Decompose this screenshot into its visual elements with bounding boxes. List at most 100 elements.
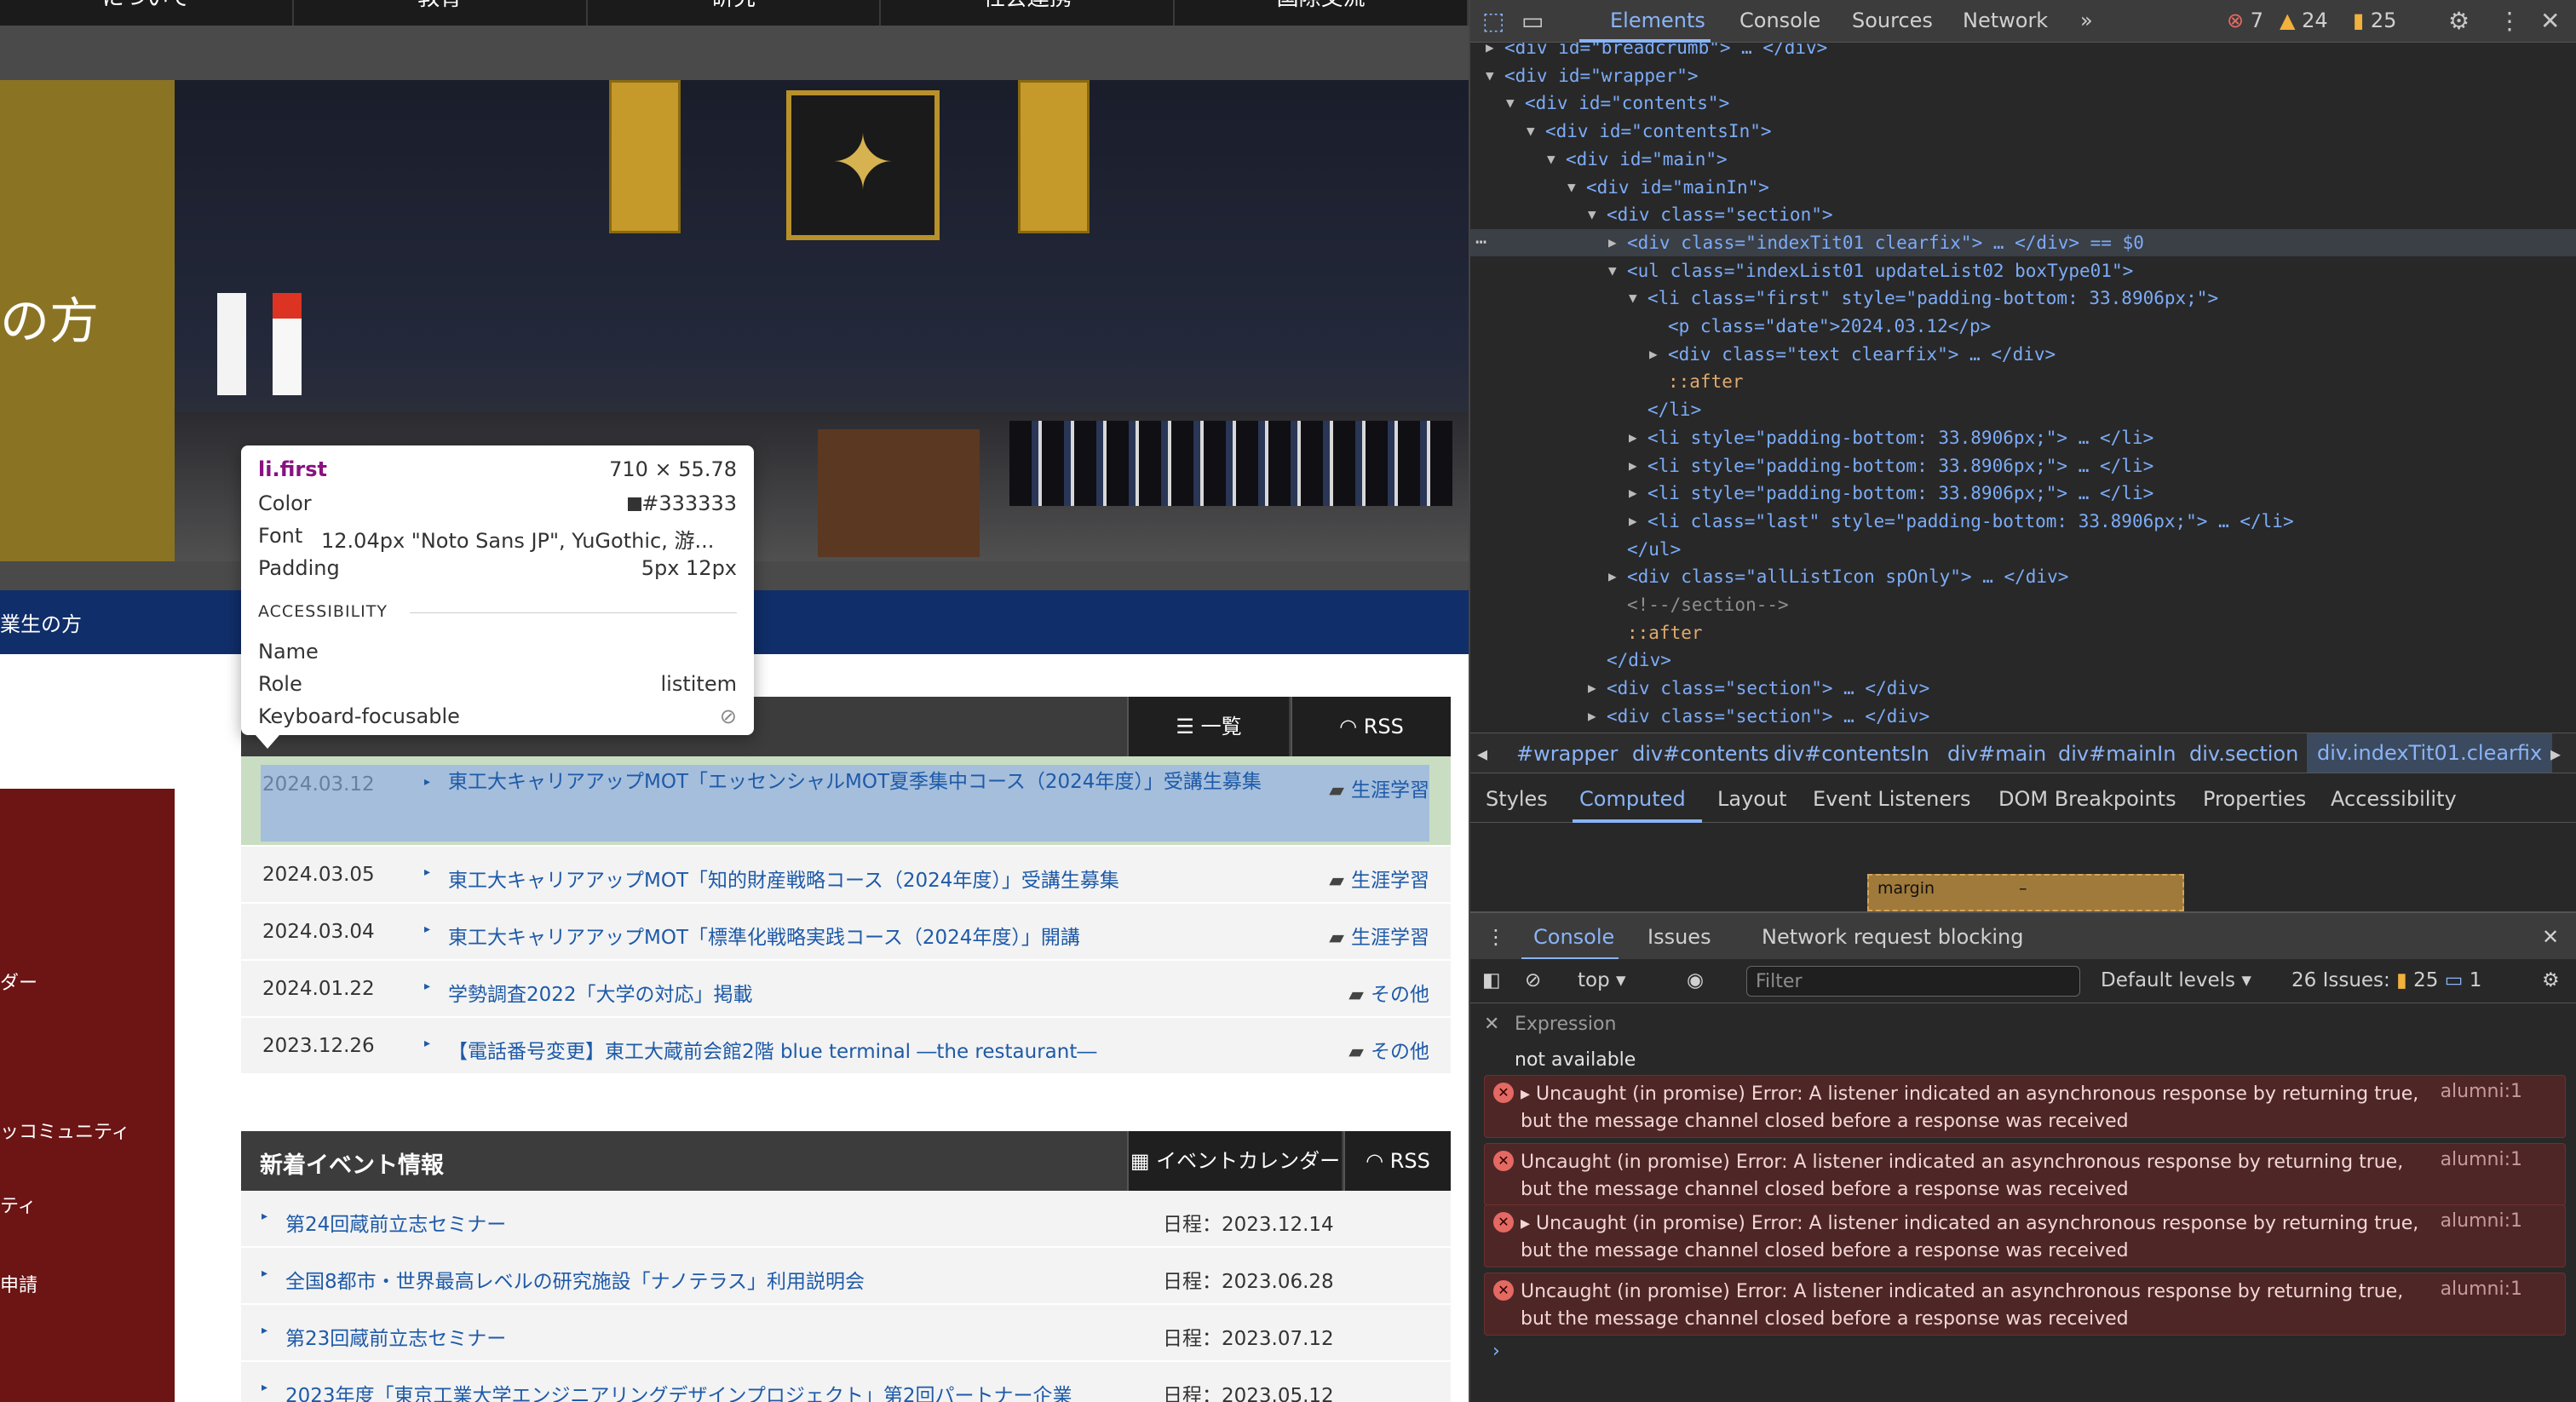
remove-expression-icon[interactable]: ✕ — [1484, 1014, 1499, 1035]
expand-arrow-icon[interactable]: ▶ — [1608, 563, 1617, 590]
dom-node[interactable]: ▶ <li style="padding-bottom: 33.8906px;">… — [1470, 424, 2576, 451]
console-error-message[interactable]: ✕ ▸ Uncaught (in promise) Error: A listen… — [1484, 1204, 2566, 1267]
news-item[interactable]: 2024.03.04 ▸ 東工大キャリアアップMOT「標準化戦略実践コース（20… — [241, 904, 1451, 961]
error-source-link[interactable]: alumni:1 — [2441, 1149, 2522, 1170]
console-filter-input[interactable] — [1746, 966, 2080, 997]
dom-node[interactable]: </li> — [1470, 396, 2576, 423]
dom-node[interactable]: ::after — [1470, 619, 2576, 646]
nav-item-collaboration[interactable]: 社会連携 — [881, 0, 1176, 26]
console-error-message[interactable]: ✕ Uncaught (in promise) Error: A listener… — [1484, 1273, 2566, 1336]
subbar-label[interactable]: 業生の方 — [0, 607, 82, 637]
tab-dom-breakpoints[interactable]: DOM Breakpoints — [1998, 787, 2176, 811]
sidebar-toggle-icon[interactable]: ◧ — [1482, 969, 1501, 991]
error-source-link[interactable]: alumni:1 — [2441, 1081, 2522, 1102]
tab-styles[interactable]: Styles — [1486, 787, 1548, 811]
news-item[interactable]: 2024.03.12 ▸ 東工大キャリアアップMOT「エッセンシャルMOT夏季集… — [241, 756, 1451, 847]
dom-node[interactable]: ▶ <li style="padding-bottom: 33.8906px;">… — [1470, 480, 2576, 507]
expand-arrow-icon[interactable]: ▶ — [1649, 341, 1658, 368]
node-actions-icon[interactable]: ⋯ — [1475, 229, 1486, 256]
nav-item-research[interactable]: 研究 — [588, 0, 882, 26]
drawer-tab-issues[interactable]: Issues — [1647, 925, 1711, 949]
event-title-link[interactable]: 2023年度「東京工業大学エンジニアリングデザインプロジェクト」第2回パートナー… — [285, 1379, 1072, 1402]
dom-node[interactable]: ▼ <div id="contentsIn"> — [1470, 118, 2576, 145]
tab-elements[interactable]: Elements — [1610, 9, 1705, 32]
close-devtools-icon[interactable]: ✕ — [2540, 7, 2560, 35]
console-prompt-icon[interactable]: › — [1492, 1341, 1500, 1362]
news-title-link[interactable]: 【電話番号変更】東工大蔵前会館2階 blue terminal ―the res… — [448, 1035, 1096, 1064]
event-item[interactable]: ▸ 2023年度「東京工業大学エンジニアリングデザインプロジェクト」第2回パート… — [241, 1362, 1451, 1402]
dom-node[interactable]: ▶ <div class="allListIcon spOnly"> … </di… — [1470, 563, 2576, 590]
expand-arrow-icon[interactable]: ▶ — [1588, 703, 1596, 730]
context-selector[interactable]: top ▾ — [1578, 969, 1626, 991]
news-category[interactable]: ▰ その他 — [1348, 978, 1429, 1007]
breadcrumb-item[interactable]: div#main — [1947, 742, 2046, 766]
dom-node[interactable]: <!--/section--> — [1470, 591, 2576, 618]
expand-arrow-icon[interactable]: ▶ — [1629, 508, 1637, 535]
tab-event-listeners[interactable]: Event Listeners — [1813, 787, 1970, 811]
clear-console-icon[interactable]: ⊘ — [1525, 969, 1541, 991]
news-item[interactable]: 2024.01.22 ▸ 学勢調査2022「大学の対応」掲載 ▰ その他 — [241, 961, 1451, 1018]
console-error-message[interactable]: ✕ ▸ Uncaught (in promise) Error: A listen… — [1484, 1075, 2566, 1138]
dom-node[interactable]: ▶ <div id="breadcrumb"> … </div> — [1470, 43, 2576, 61]
dom-node[interactable]: ▶ <li style="padding-bottom: 33.8906px;">… — [1470, 452, 2576, 480]
error-source-link[interactable]: alumni:1 — [2441, 1210, 2522, 1232]
tab-computed[interactable]: Computed — [1579, 787, 1686, 811]
news-list-button[interactable]: ☰ 一覧 — [1127, 697, 1289, 756]
nav-item-international[interactable]: 国際交流 — [1175, 0, 1469, 26]
sidebar-item[interactable]: 申請 — [0, 1270, 37, 1297]
event-title-link[interactable]: 第23回蔵前立志セミナー — [285, 1322, 506, 1351]
issues-counter[interactable]: ▮ 25 — [2353, 9, 2396, 32]
expand-arrow-icon[interactable]: ▸ — [1521, 1213, 1536, 1234]
news-category[interactable]: ▰ 生涯学習 — [1329, 773, 1429, 802]
collapse-arrow-icon[interactable]: ▼ — [1629, 284, 1637, 312]
sidebar-item[interactable]: ダー — [0, 968, 37, 995]
dom-node[interactable]: ▶ <div class="section"> … </div> — [1470, 703, 2576, 730]
nav-item-about[interactable]: について — [0, 0, 294, 26]
expand-arrow-icon[interactable]: ▶ — [1629, 452, 1637, 480]
event-title-link[interactable]: 第24回蔵前立志セミナー — [285, 1208, 506, 1237]
dom-node[interactable]: ▼ <div class="section"> — [1470, 201, 2576, 228]
dom-node[interactable]: ▼ <div id="contents"> — [1470, 89, 2576, 117]
news-title-link[interactable]: 東工大キャリアアップMOT「標準化戦略実践コース（2024年度）」開講 — [448, 921, 1080, 950]
dom-node[interactable]: ▶ <li class="last" style="padding-bottom:… — [1470, 508, 2576, 535]
drawer-tab-console[interactable]: Console — [1533, 925, 1614, 949]
console-settings-gear-icon[interactable]: ⚙ — [2542, 969, 2560, 991]
nav-item-education[interactable]: 教育 — [294, 0, 588, 26]
breadcrumb-scroll-right[interactable]: ▸ — [2550, 742, 2561, 766]
breadcrumb-item[interactable]: div.section — [2189, 742, 2298, 766]
news-title-link[interactable]: 学勢調査2022「大学の対応」掲載 — [448, 978, 753, 1007]
issues-summary-button[interactable]: 26 Issues: ▮ 25 ▭ 1 — [2291, 969, 2481, 991]
collapse-arrow-icon[interactable]: ▼ — [1547, 146, 1555, 173]
collapse-arrow-icon[interactable]: ▼ — [1608, 257, 1617, 284]
collapse-arrow-icon[interactable]: ▼ — [1527, 118, 1535, 145]
inspect-element-icon[interactable]: ⬚ — [1482, 7, 1504, 35]
live-expression-label[interactable]: Expression — [1515, 1014, 1616, 1035]
sidebar-item[interactable]: ッコミュニティ — [0, 1117, 130, 1144]
dom-node[interactable]: ▼ <ul class="indexList01 updateList02 box… — [1470, 257, 2576, 284]
news-item[interactable]: 2023.12.26 ▸ 【電話番号変更】東工大蔵前会館2階 blue term… — [241, 1018, 1451, 1075]
collapse-arrow-icon[interactable]: ▼ — [1506, 89, 1515, 117]
news-title-link[interactable]: 東工大キャリアアップMOT「知的財産戦略コース（2024年度）」受講生募集 — [448, 864, 1119, 893]
expand-arrow-icon[interactable]: ▶ — [1629, 480, 1637, 507]
live-expression-eye-icon[interactable]: ◉ — [1687, 969, 1704, 991]
close-drawer-icon[interactable]: ✕ — [2542, 925, 2559, 949]
drawer-menu-icon[interactable]: ⋮ — [1486, 925, 1506, 949]
dom-node[interactable]: ▶ <div class="section"> … </div> — [1470, 675, 2576, 702]
expand-arrow-icon[interactable]: ▶ — [1588, 675, 1596, 702]
collapse-arrow-icon[interactable]: ▼ — [1486, 62, 1494, 89]
dom-node[interactable]: ::after — [1470, 368, 2576, 395]
news-category[interactable]: ▰ 生涯学習 — [1329, 921, 1429, 950]
breadcrumb-item[interactable]: #wrapper — [1516, 742, 1618, 766]
tab-properties[interactable]: Properties — [2203, 787, 2306, 811]
error-source-link[interactable]: alumni:1 — [2441, 1278, 2522, 1300]
collapse-arrow-icon[interactable]: ▼ — [1567, 174, 1576, 201]
breadcrumb-item[interactable]: div#contentsIn — [1774, 742, 1929, 766]
dom-node[interactable]: ▼ <li class="first" style="padding-bottom… — [1470, 284, 2576, 312]
expand-arrow-icon[interactable]: ▶ — [1486, 43, 1494, 61]
breadcrumb-item[interactable]: div#mainIn — [2058, 742, 2176, 766]
settings-gear-icon[interactable]: ⚙ — [2448, 7, 2470, 35]
dom-node[interactable]: ▶ <div class="text clearfix"> … </div> — [1470, 341, 2576, 368]
tab-network[interactable]: Network — [1963, 9, 2048, 32]
dom-node[interactable]: ▼ <div id="mainIn"> — [1470, 174, 2576, 201]
news-category[interactable]: ▰ 生涯学習 — [1329, 864, 1429, 893]
